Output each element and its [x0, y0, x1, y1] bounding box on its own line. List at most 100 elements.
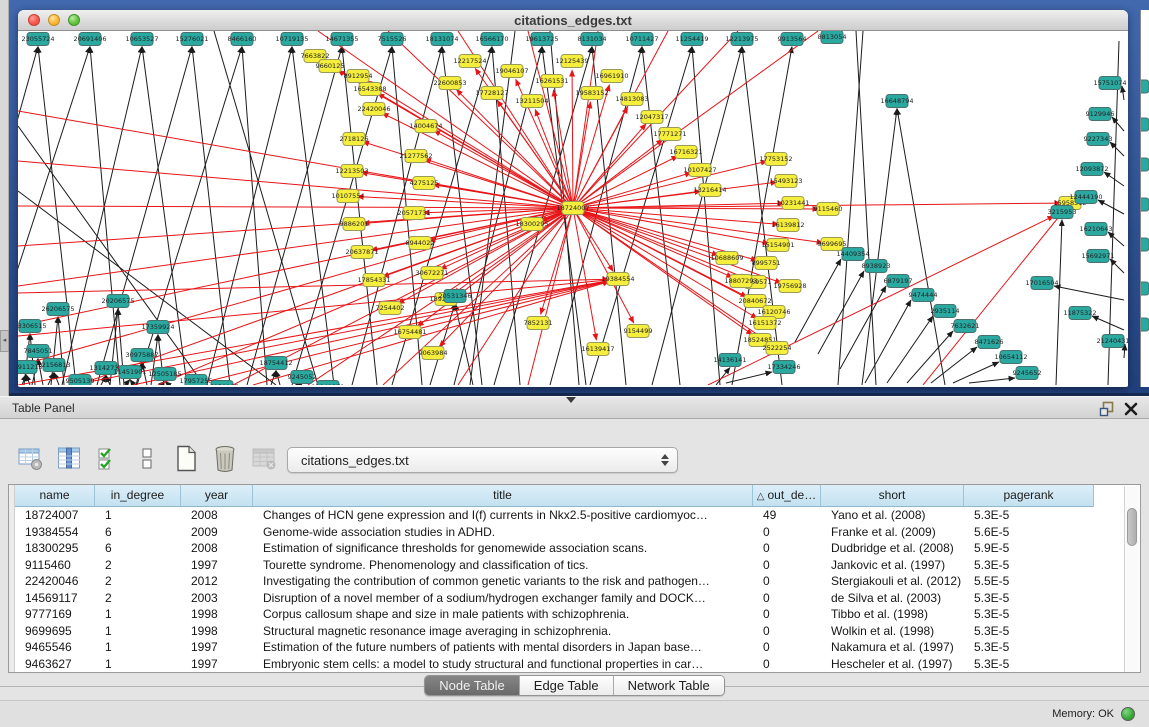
- graph-node[interactable]: 16210643: [1079, 223, 1112, 236]
- table-cell[interactable]: 5.3E-5: [964, 557, 1094, 574]
- graph-node[interactable]: 10654112: [994, 351, 1027, 364]
- graph-node[interactable]: 16151372: [748, 317, 781, 330]
- table-cell[interactable]: 1997: [181, 557, 253, 574]
- graph-node[interactable]: 8131034: [578, 33, 607, 46]
- table-cell[interactable]: Jankovic et al. (1997): [821, 557, 964, 574]
- graph-node[interactable]: 16716321: [669, 146, 702, 159]
- black-edge[interactable]: [1056, 220, 1062, 386]
- graph-node[interactable]: 7254402: [376, 302, 405, 315]
- table-cell[interactable]: Yano et al. (2008): [821, 507, 964, 524]
- red-edge[interactable]: [133, 281, 609, 385]
- graph-node[interactable]: 16961910: [595, 70, 628, 83]
- graph-node[interactable]: 12213503: [335, 165, 368, 178]
- table-cell[interactable]: 0: [753, 590, 821, 607]
- table-row[interactable]: 1872400712008Changes of HCN gene express…: [9, 507, 1140, 524]
- table-row[interactable]: 1830029562008Estimation of significance …: [9, 540, 1140, 557]
- table-cell[interactable]: 2003: [181, 590, 253, 607]
- table-cell[interactable]: Stergiakouli et al. (2012): [821, 573, 964, 590]
- graph-node[interactable]: 2522254: [763, 342, 792, 355]
- graph-node[interactable]: 14004674: [409, 120, 442, 133]
- graph-node[interactable]: 10653527: [125, 33, 158, 46]
- new-table-button[interactable]: [170, 440, 202, 476]
- table-cell[interactable]: 5.3E-5: [964, 623, 1094, 640]
- graph-node[interactable]: 8471626: [975, 336, 1004, 349]
- black-edge[interactable]: [125, 380, 130, 386]
- graph-node[interactable]: [1141, 158, 1149, 171]
- graph-node[interactable]: 16648794: [880, 95, 913, 108]
- table-cell[interactable]: Corpus callosum shape and size in male p…: [253, 606, 753, 623]
- table-cell[interactable]: 2: [95, 557, 181, 574]
- black-edge[interactable]: [897, 109, 945, 386]
- graph-node[interactable]: 9913564: [778, 33, 807, 46]
- minimize-window-button[interactable]: [48, 14, 60, 26]
- black-edge[interactable]: [97, 47, 192, 386]
- graph-node[interactable]: 12505185: [148, 368, 181, 381]
- graph-node[interactable]: 8912954: [344, 70, 373, 83]
- red-edge[interactable]: [18, 206, 573, 208]
- graph-node[interactable]: 9245052: [288, 371, 317, 384]
- table-cell[interactable]: 5.3E-5: [964, 606, 1094, 623]
- table-row[interactable]: 1456911722003Disruption of a novel membe…: [9, 590, 1140, 607]
- clear-row-selection-button[interactable]: [131, 440, 163, 476]
- table-cell[interactable]: 18300295: [15, 540, 95, 557]
- black-edge[interactable]: [931, 347, 977, 383]
- graph-node[interactable]: 22600853: [433, 77, 466, 90]
- red-edge[interactable]: [497, 100, 573, 208]
- black-edge[interactable]: [18, 47, 90, 386]
- black-edge[interactable]: [1098, 200, 1124, 214]
- graph-node[interactable]: 4275125: [410, 177, 439, 190]
- column-header-year[interactable]: year: [181, 485, 253, 507]
- black-edge[interactable]: [1122, 86, 1124, 100]
- table-cell[interactable]: Hescheler et al. (1997): [821, 656, 964, 673]
- table-cell[interactable]: Tibbo et al. (1998): [821, 606, 964, 623]
- red-edge[interactable]: [573, 208, 782, 283]
- graph-node[interactable]: 19046107: [495, 65, 528, 78]
- table-selector-dropdown[interactable]: citations_edges.txt: [287, 447, 678, 473]
- table-cell[interactable]: 18724007: [15, 507, 95, 524]
- graph-node[interactable]: 9474444: [909, 289, 938, 302]
- tab-node-table[interactable]: Node Table: [425, 676, 520, 695]
- table-cell[interactable]: 0: [753, 573, 821, 590]
- table-cell[interactable]: Structural magnetic resonance image aver…: [253, 623, 753, 640]
- table-cell[interactable]: Changes of HCN gene expression and I(f) …: [253, 507, 753, 524]
- graph-node[interactable]: 9115460: [814, 203, 843, 216]
- graph-node[interactable]: 20691406: [73, 33, 106, 46]
- black-edge[interactable]: [342, 47, 377, 386]
- network-window-titlebar[interactable]: citations_edges.txt: [18, 10, 1128, 31]
- graph-node[interactable]: 20206575: [101, 295, 134, 308]
- graph-node[interactable]: 22420046: [357, 103, 390, 116]
- graph-node[interactable]: 12217524: [453, 55, 486, 68]
- table-cell[interactable]: 9699695: [15, 623, 95, 640]
- table-cell[interactable]: 9777169: [15, 606, 95, 623]
- column-header-title[interactable]: title: [253, 485, 753, 507]
- graph-node[interactable]: [1141, 80, 1149, 93]
- table-cell[interactable]: 2012: [181, 573, 253, 590]
- table-cell[interactable]: 0: [753, 606, 821, 623]
- graph-node[interactable]: 8938923: [862, 260, 891, 273]
- graph-node[interactable]: 23055724: [21, 33, 54, 46]
- graph-node[interactable]: 21240431: [1096, 335, 1128, 348]
- red-edge[interactable]: [573, 173, 691, 208]
- graph-node[interactable]: [1141, 198, 1149, 211]
- panel-collapse-handle[interactable]: ◂: [0, 330, 9, 352]
- graph-node[interactable]: [1141, 238, 1149, 251]
- graph-node[interactable]: 6879197: [884, 275, 913, 288]
- table-cell[interactable]: 1: [95, 606, 181, 623]
- black-edge[interactable]: [1110, 142, 1124, 156]
- graph-node[interactable]: 9505139: [66, 375, 95, 386]
- graph-node[interactable]: 11875322: [1063, 307, 1096, 320]
- table-cell[interactable]: 0: [753, 656, 821, 673]
- graph-node[interactable]: 10711427: [625, 33, 658, 46]
- close-window-button[interactable]: [28, 14, 40, 26]
- red-edge[interactable]: [528, 208, 573, 385]
- graph-node[interactable]: 8944022: [406, 237, 435, 250]
- red-edge[interactable]: [572, 70, 573, 208]
- table-cell[interactable]: 1997: [181, 639, 253, 656]
- table-cell[interactable]: 0: [753, 524, 821, 541]
- table-cell[interactable]: 5.6E-5: [964, 524, 1094, 541]
- table-cell[interactable]: 5.9E-5: [964, 540, 1094, 557]
- table-cell[interactable]: 5.3E-5: [964, 656, 1094, 673]
- table-cell[interactable]: Franke et al. (2009): [821, 524, 964, 541]
- graph-node[interactable]: 19384554: [601, 273, 634, 286]
- graph-node[interactable]: 20571731: [397, 207, 430, 220]
